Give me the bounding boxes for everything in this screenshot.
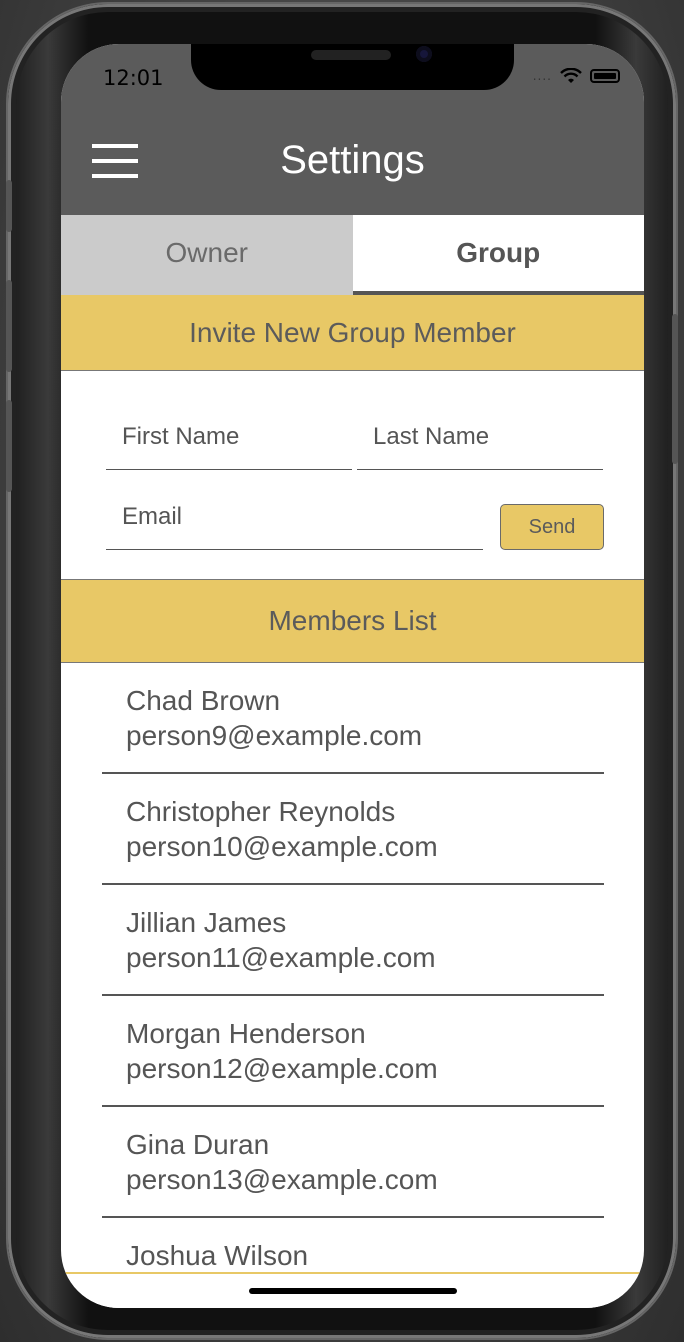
send-button[interactable]: Send xyxy=(500,504,604,550)
member-name: Chad Brown xyxy=(126,685,281,716)
notch xyxy=(191,44,514,90)
member-email: person12@example.com xyxy=(126,1053,438,1084)
last-name-field[interactable] xyxy=(357,404,603,470)
list-item[interactable]: Joshua Wilson xyxy=(102,1218,604,1275)
app-screen: 12:01 .... Settings Owner Group Invite N… xyxy=(61,44,644,1308)
battery-icon xyxy=(590,69,620,83)
wifi-icon xyxy=(560,68,582,83)
tab-owner[interactable]: Owner xyxy=(61,215,353,295)
tab-group[interactable]: Group xyxy=(352,215,644,295)
members-list[interactable]: Chad Brown person9@example.com Christoph… xyxy=(61,663,644,1275)
list-item[interactable]: Jillian James person11@example.com xyxy=(102,885,604,996)
list-item[interactable]: Chad Brown person9@example.com xyxy=(102,663,604,774)
member-name: Joshua Wilson xyxy=(126,1240,309,1271)
camera-icon xyxy=(416,46,432,62)
invite-section-header: Invite New Group Member xyxy=(61,295,644,371)
member-email: person13@example.com xyxy=(126,1164,438,1195)
status-time: 12:01 xyxy=(103,66,164,90)
first-name-field[interactable] xyxy=(106,404,352,470)
member-email: person9@example.com xyxy=(126,720,423,751)
email-field[interactable] xyxy=(106,484,483,550)
member-name: Morgan Henderson xyxy=(126,1018,366,1049)
list-item[interactable]: Gina Duran person13@example.com xyxy=(102,1107,604,1218)
member-name: Jillian James xyxy=(126,907,287,938)
speaker-grille xyxy=(311,50,391,60)
member-name: Christopher Reynolds xyxy=(126,796,396,827)
power-button xyxy=(672,314,678,464)
volume-down-button xyxy=(6,400,12,492)
mute-switch xyxy=(6,180,12,232)
page-title: Settings xyxy=(280,138,425,182)
member-email: person10@example.com xyxy=(126,831,438,862)
nav-bar: Settings xyxy=(61,116,644,215)
member-name: Gina Duran xyxy=(126,1129,270,1160)
list-item[interactable]: Christopher Reynolds person10@example.co… xyxy=(102,774,604,885)
list-item[interactable]: Morgan Henderson person12@example.com xyxy=(102,996,604,1107)
phone-frame: 12:01 .... Settings Owner Group Invite N… xyxy=(6,4,678,1338)
volume-up-button xyxy=(6,280,12,372)
members-section-header: Members List xyxy=(61,579,644,663)
home-indicator[interactable] xyxy=(249,1288,457,1294)
member-email: person11@example.com xyxy=(126,942,436,973)
tab-bar: Owner Group xyxy=(61,215,644,295)
signal-icon: .... xyxy=(532,69,552,83)
status-bar: 12:01 .... xyxy=(61,44,644,116)
status-icons: .... xyxy=(533,68,620,84)
